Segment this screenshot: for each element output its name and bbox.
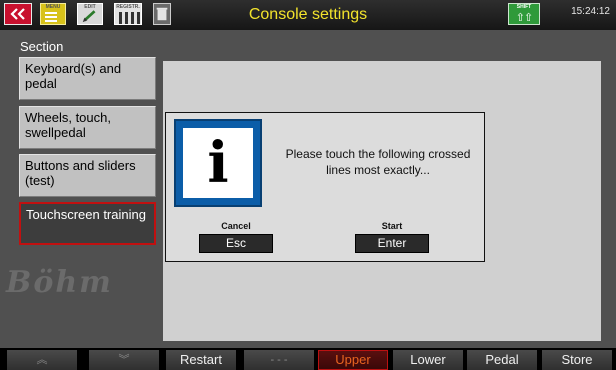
sidebar-item-label: Wheels, touch, swellpedal — [25, 110, 111, 140]
scroll-up-icon[interactable]: ︽ — [7, 350, 77, 370]
shift-icon-label: SHIFT — [516, 4, 532, 10]
bohm-watermark-logo: Böhm — [6, 265, 113, 300]
registration-icon[interactable]: REGISTR. — [114, 3, 142, 25]
sidebar-item-wheels-touch-swellpedal[interactable]: Wheels, touch, swellpedal — [19, 106, 156, 149]
shift-icon[interactable]: SHIFT ⇧⇧ — [508, 3, 540, 25]
clock: 15:24:12 — [571, 6, 610, 17]
start-label: Start — [381, 221, 403, 231]
top-bar: MENU EDIT REGISTR. Console settings SHIF… — [0, 0, 616, 30]
scroll-down-icon[interactable]: ︾ — [89, 350, 159, 370]
double-chevron-left-icon — [10, 8, 25, 20]
start-button[interactable]: Enter — [355, 234, 429, 253]
info-icon: i — [174, 119, 262, 207]
dialog-message: Please touch the following crossed lines… — [285, 147, 471, 177]
section-label: Section — [20, 39, 64, 54]
sidebar-item-keyboards-and-pedal[interactable]: Keyboard(s) and pedal — [19, 57, 156, 100]
info-dialog: i Please touch the following crossed lin… — [165, 112, 485, 262]
edit-icon[interactable]: EDIT — [77, 3, 103, 25]
store-button[interactable]: Store — [542, 350, 612, 370]
back-icon[interactable] — [4, 3, 32, 25]
bottom-bar: ︽ ︾ Restart - - - Upper Lower Pedal Stor… — [0, 348, 616, 370]
page-title: Console settings — [248, 6, 368, 23]
menu-icon-label: MENU — [45, 4, 61, 10]
sidebar-item-label: Buttons and sliders (test) — [25, 158, 136, 188]
pencil-icon — [82, 10, 96, 23]
sidebar-item-touchscreen-training[interactable]: Touchscreen training — [19, 202, 156, 245]
info-glyph: i — [207, 130, 229, 196]
sidebar-item-label: Touchscreen training — [26, 207, 146, 222]
cancel-label: Cancel — [221, 221, 251, 231]
sidebar-item-label: Keyboard(s) and pedal — [25, 61, 122, 91]
cancel-button[interactable]: Esc — [199, 234, 273, 253]
empty-button[interactable]: - - - — [244, 350, 314, 370]
trash-icon[interactable] — [153, 3, 171, 25]
bin-icon — [156, 7, 168, 21]
upper-button[interactable]: Upper — [318, 350, 388, 370]
sidebar-item-buttons-and-sliders[interactable]: Buttons and sliders (test) — [19, 154, 156, 197]
registration-icon-label: REGISTR. — [116, 4, 140, 10]
pedal-button[interactable]: Pedal — [467, 350, 537, 370]
menu-icon[interactable]: MENU — [40, 3, 66, 25]
restart-button[interactable]: Restart — [166, 350, 236, 370]
shift-arrows-icon: ⇧⇧ — [515, 12, 533, 24]
lower-button[interactable]: Lower — [393, 350, 463, 370]
